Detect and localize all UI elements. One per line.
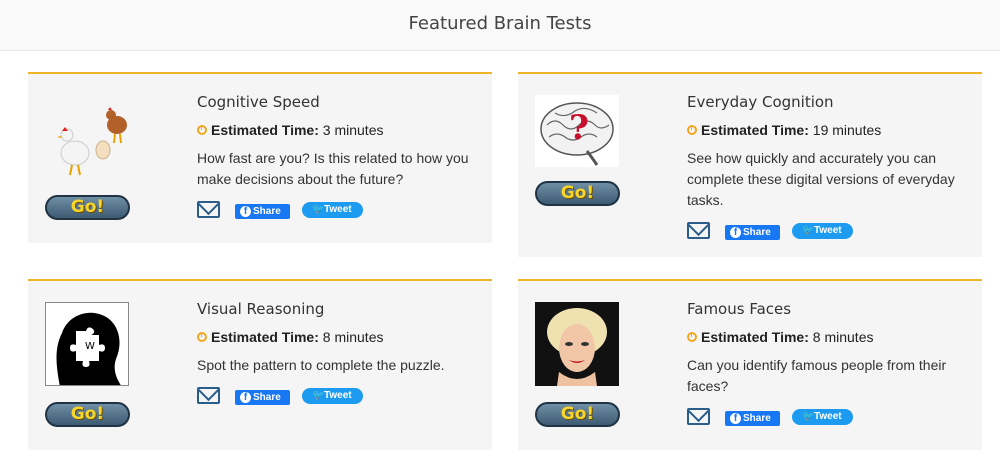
test-description: Can you identify famous people from thei…	[687, 357, 947, 394]
time-label: Estimated Time:	[211, 329, 319, 345]
chickens-egg-image	[45, 95, 129, 179]
share-label: Share	[253, 206, 281, 217]
test-description: See how quickly and accurately you can c…	[687, 150, 955, 208]
svg-text:W: W	[85, 341, 95, 352]
puzzle-silhouette-image: W	[45, 302, 129, 386]
facebook-share-button[interactable]: f Share	[725, 225, 780, 240]
time-label: Estimated Time:	[701, 329, 809, 345]
facebook-icon: f	[240, 392, 251, 403]
time-value: 8 minutes	[808, 329, 874, 345]
go-button[interactable]: Go!	[45, 402, 130, 427]
tweet-label: Tweet	[324, 204, 352, 215]
test-card-everyday-cognition: ? Go! Everyday Cognition Estimated Time:…	[518, 72, 982, 257]
tweet-label: Tweet	[814, 411, 842, 422]
facebook-icon: f	[730, 413, 741, 424]
go-button[interactable]: Go!	[535, 402, 620, 427]
test-card-visual-reasoning: W Go! Visual Reasoning Estimated Time: 8…	[28, 279, 492, 450]
share-row: f Share 🐦 Tweet	[687, 222, 857, 242]
clock-icon	[687, 125, 697, 135]
time-value: 19 minutes	[808, 122, 882, 138]
facebook-icon: f	[730, 227, 741, 238]
time-value: 8 minutes	[318, 329, 384, 345]
test-description: Spot the pattern to complete the puzzle.	[197, 357, 445, 373]
facebook-share-button[interactable]: f Share	[725, 411, 780, 426]
tweet-label: Tweet	[814, 225, 842, 236]
share-label: Share	[253, 392, 281, 403]
email-icon[interactable]	[197, 387, 220, 404]
share-label: Share	[743, 227, 771, 238]
test-card-cognitive-speed: Go! Cognitive Speed Estimated Time: 3 mi…	[28, 72, 492, 243]
twitter-bird-icon: 🐦	[312, 204, 325, 215]
email-icon[interactable]	[197, 201, 220, 218]
test-card-famous-faces: Go! Famous Faces Estimated Time: 8 minut…	[518, 279, 982, 450]
email-icon[interactable]	[687, 408, 710, 425]
facebook-share-button[interactable]: f Share	[235, 390, 290, 405]
tweet-button[interactable]: 🐦 Tweet	[302, 202, 363, 218]
tweet-button[interactable]: 🐦 Tweet	[792, 409, 853, 425]
clock-icon	[197, 332, 207, 342]
test-title: Famous Faces	[687, 300, 792, 318]
estimated-time: Estimated Time: 19 minutes	[687, 122, 881, 138]
twitter-bird-icon: 🐦	[802, 411, 815, 422]
test-title: Everyday Cognition	[687, 93, 834, 111]
brain-question-icon: ?	[535, 95, 619, 167]
page-title: Featured Brain Tests	[408, 13, 592, 34]
estimated-time: Estimated Time: 3 minutes	[197, 122, 383, 138]
twitter-bird-icon: 🐦	[802, 225, 815, 236]
tweet-button[interactable]: 🐦 Tweet	[792, 223, 853, 239]
facebook-share-button[interactable]: f Share	[235, 204, 290, 219]
svg-text:?: ?	[569, 108, 589, 148]
time-label: Estimated Time:	[701, 122, 809, 138]
test-description: How fast are you? Is this related to how…	[197, 150, 469, 187]
share-row: f Share 🐦 Tweet	[687, 408, 857, 428]
email-icon[interactable]	[687, 222, 710, 239]
share-row: f Share 🐦 Tweet	[197, 201, 367, 221]
go-button[interactable]: Go!	[535, 181, 620, 206]
facebook-icon: f	[240, 206, 251, 217]
share-label: Share	[743, 413, 771, 424]
test-title: Visual Reasoning	[197, 300, 325, 318]
estimated-time: Estimated Time: 8 minutes	[687, 329, 873, 345]
clock-icon	[197, 125, 207, 135]
go-button[interactable]: Go!	[45, 195, 130, 220]
tweet-label: Tweet	[324, 390, 352, 401]
famous-face-portrait	[535, 302, 619, 386]
clock-icon	[687, 332, 697, 342]
share-row: f Share 🐦 Tweet	[197, 387, 367, 407]
test-title: Cognitive Speed	[197, 93, 320, 111]
tweet-button[interactable]: 🐦 Tweet	[302, 388, 363, 404]
page-header: Featured Brain Tests	[0, 0, 1000, 51]
time-value: 3 minutes	[318, 122, 384, 138]
twitter-bird-icon: 🐦	[312, 390, 325, 401]
estimated-time: Estimated Time: 8 minutes	[197, 329, 383, 345]
time-label: Estimated Time:	[211, 122, 319, 138]
